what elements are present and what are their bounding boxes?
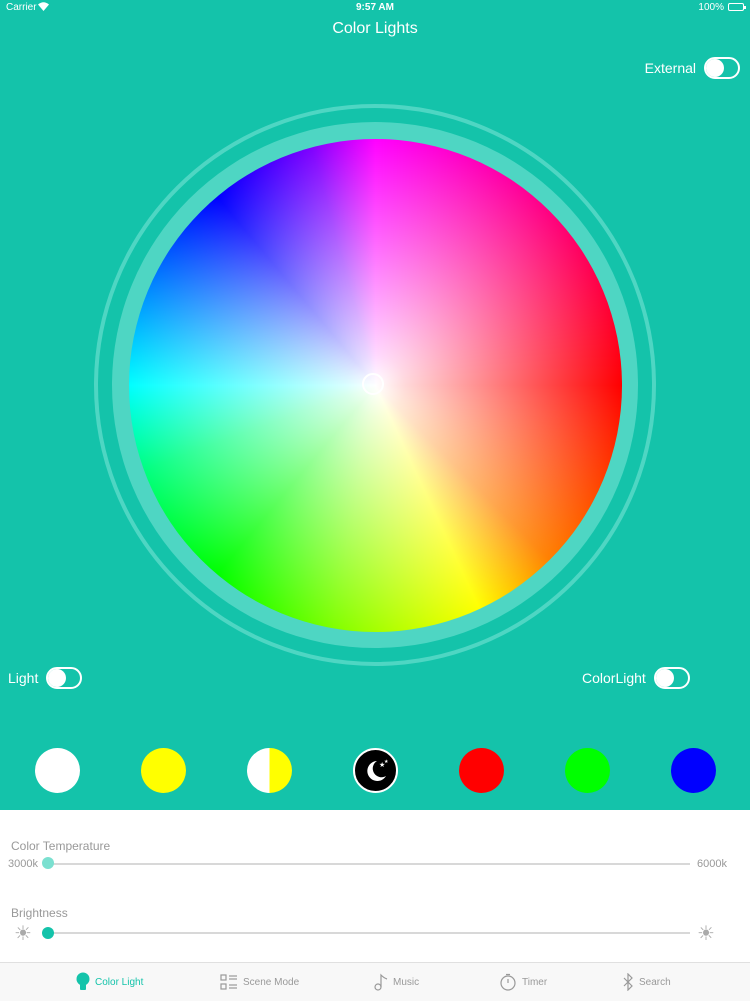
external-switch[interactable] <box>704 57 740 79</box>
tab-label: Music <box>393 976 420 988</box>
color-temperature-thumb[interactable] <box>42 857 54 869</box>
color-temperature-label: Color Temperature <box>11 839 111 853</box>
battery-percent: 100% <box>698 2 724 13</box>
preset-white[interactable] <box>35 748 80 793</box>
switch-knob <box>655 669 674 687</box>
music-note-icon <box>374 973 388 991</box>
external-label: External <box>644 60 696 76</box>
status-time: 9:57 AM <box>356 2 394 13</box>
preset-green[interactable] <box>565 748 610 793</box>
preset-yellow[interactable] <box>141 748 186 793</box>
svg-text:★: ★ <box>384 759 389 765</box>
light-switch[interactable] <box>46 667 83 689</box>
tab-search[interactable]: Search <box>622 963 671 1001</box>
color-temperature-track[interactable] <box>44 863 690 865</box>
external-toggle-row: External <box>645 57 740 79</box>
brightness-label: Brightness <box>11 906 68 920</box>
tab-label: Scene Mode <box>243 976 300 988</box>
page-title: Color Lights <box>332 20 418 37</box>
colorlight-toggle-row: ColorLight <box>582 667 690 689</box>
preset-blue[interactable] <box>671 748 716 793</box>
scene-grid-icon <box>220 974 238 990</box>
tab-bar: Color Light Scene Mode Music Timer Searc… <box>0 962 750 1001</box>
temp-max-label: 6000k <box>697 858 727 870</box>
brightness-high-icon: ☀ <box>697 923 715 945</box>
preset-red[interactable] <box>459 748 504 793</box>
brightness-low-icon: ☀ <box>14 923 32 945</box>
tab-label: Color Light <box>95 976 144 988</box>
preset-white-yellow[interactable] <box>247 748 292 793</box>
temp-min-label: 3000k <box>8 858 38 870</box>
tab-label: Search <box>639 976 671 988</box>
tab-timer[interactable]: Timer <box>499 963 547 1001</box>
switch-knob <box>706 59 724 77</box>
preset-night[interactable]: ★ ★ <box>353 748 398 793</box>
tab-color-light[interactable]: Color Light <box>76 963 143 1001</box>
status-bar: Carrier 9:57 AM 100% <box>0 0 750 16</box>
color-picker-handle[interactable] <box>362 373 384 395</box>
colorlight-label: ColorLight <box>582 670 646 686</box>
stopwatch-icon <box>499 973 517 991</box>
battery-icon <box>728 3 746 11</box>
brightness-thumb[interactable] <box>42 927 54 939</box>
colorlight-switch[interactable] <box>653 667 690 689</box>
light-toggle-row: Light <box>8 667 83 689</box>
switch-knob <box>48 669 67 687</box>
bulb-icon <box>76 972 90 992</box>
tab-music[interactable]: Music <box>374 963 419 1001</box>
light-label: Light <box>8 670 39 686</box>
bluetooth-icon <box>622 973 634 991</box>
tab-label: Timer <box>522 976 548 988</box>
moon-icon: ★ ★ <box>366 759 389 781</box>
tab-scene-mode[interactable]: Scene Mode <box>220 963 299 1001</box>
brightness-track[interactable] <box>44 932 690 934</box>
